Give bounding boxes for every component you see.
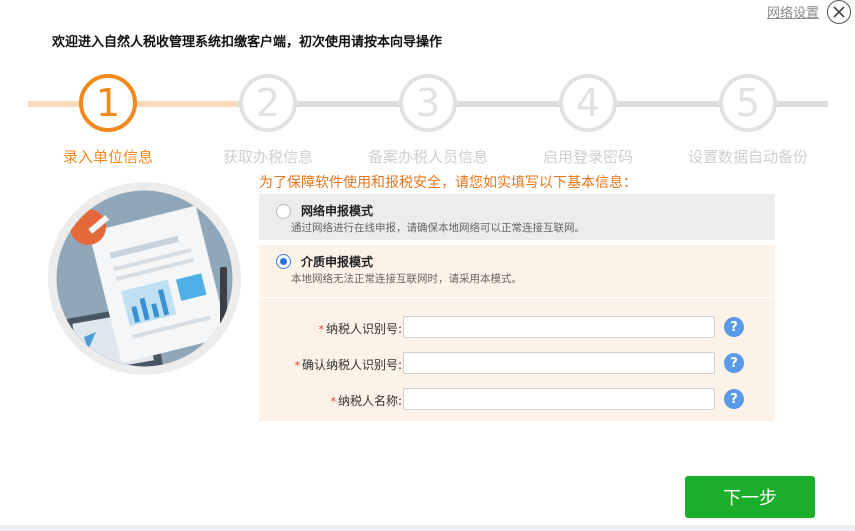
close-button[interactable] xyxy=(827,0,851,24)
taxpayer-name-row: * 纳税人名称: ? xyxy=(259,388,775,412)
step-3-label: 备案办税人员信息 xyxy=(367,148,488,166)
step-5-label: 设置数据自动备份 xyxy=(687,148,808,166)
help-icon[interactable]: ? xyxy=(724,317,744,337)
wizard-steps: 1 录入单位信息 2 获取办税信息 3 备案办税人员信息 4 启用登录密码 5 … xyxy=(0,72,855,172)
welcome-text: 欢迎进入自然人税收管理系统扣缴客户端，初次使用请按本向导操作 xyxy=(52,35,443,50)
step-5-number: 5 xyxy=(719,74,777,132)
media-mode-desc: 本地网络无法正常连接互联网时，请采用本模式。 xyxy=(291,273,522,285)
step-4-number: 4 xyxy=(559,74,617,132)
taxpayer-id-row: * 纳税人识别号: ? xyxy=(259,316,775,340)
divider xyxy=(259,297,775,298)
step-2: 2 获取办税信息 xyxy=(198,72,338,167)
bottom-strip xyxy=(0,525,855,531)
step-1-number: 1 xyxy=(79,74,137,132)
confirm-taxpayer-id-label: * 确认纳税人识别号: xyxy=(294,358,402,372)
document-illustration xyxy=(48,182,241,375)
network-mode-option[interactable]: 网络申报模式 通过网络进行在线申报，请确保本地网络可以正常连接互联网。 xyxy=(259,194,775,240)
step-2-label: 获取办税信息 xyxy=(222,148,313,166)
network-mode-radio[interactable] xyxy=(276,204,291,219)
media-mode-radio[interactable] xyxy=(276,254,291,269)
step-1-label: 录入单位信息 xyxy=(62,148,153,166)
next-button[interactable]: 下一步 xyxy=(685,476,815,518)
network-settings-link[interactable]: 网络设置 xyxy=(767,2,819,21)
step-2-number: 2 xyxy=(239,74,297,132)
taxpayer-id-input[interactable] xyxy=(403,316,715,338)
media-mode-title: 介质申报模式 xyxy=(301,255,374,269)
close-icon xyxy=(833,6,845,18)
taxpayer-id-label: * 纳税人识别号: xyxy=(318,322,402,336)
step-1: 1 录入单位信息 xyxy=(38,72,178,167)
document-icon xyxy=(56,190,233,367)
notice-text: 为了保障软件使用和报税安全，请您如实填写以下基本信息： xyxy=(259,175,637,191)
network-mode-desc: 通过网络进行在线申报，请确保本地网络可以正常连接互联网。 xyxy=(291,222,585,234)
help-icon[interactable]: ? xyxy=(724,353,744,373)
help-icon[interactable]: ? xyxy=(724,389,744,409)
step-5: 5 设置数据自动备份 xyxy=(678,72,818,167)
step-3-number: 3 xyxy=(399,74,457,132)
network-mode-title: 网络申报模式 xyxy=(301,204,374,218)
confirm-taxpayer-id-row: * 确认纳税人识别号: ? xyxy=(259,352,775,376)
taxpayer-name-label: * 纳税人名称: xyxy=(330,394,402,408)
step-4-label: 启用登录密码 xyxy=(542,148,633,166)
step-4: 4 启用登录密码 xyxy=(518,72,658,167)
confirm-taxpayer-id-input[interactable] xyxy=(403,352,715,374)
taxpayer-name-input[interactable] xyxy=(403,388,715,410)
step-3: 3 备案办税人员信息 xyxy=(358,72,498,167)
media-mode-option[interactable]: 介质申报模式 本地网络无法正常连接互联网时，请采用本模式。 * 纳税人识别号: ?… xyxy=(259,245,775,421)
